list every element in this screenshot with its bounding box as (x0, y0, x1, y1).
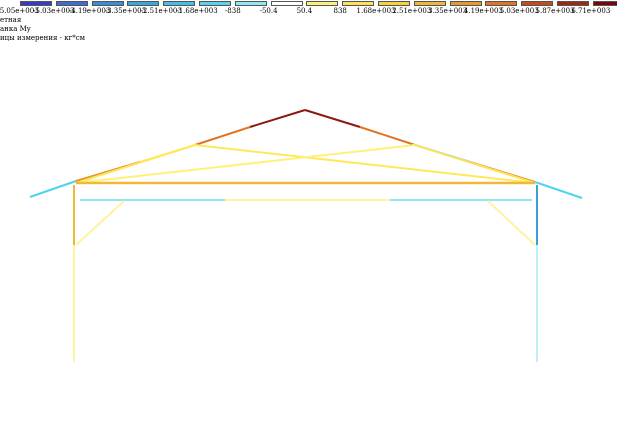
rafter-right-ridge (304, 109, 361, 128)
rafter-right-eave (534, 181, 583, 199)
rafter-left-eave (29, 180, 77, 198)
rafter-left-upper (194, 126, 251, 146)
rafter-right-upper (359, 126, 416, 146)
frame-moment-diagram (29, 109, 583, 362)
rafter-left-ridge (249, 109, 306, 128)
knee-brace-left (75, 200, 125, 246)
knee-brace-right (487, 200, 536, 246)
